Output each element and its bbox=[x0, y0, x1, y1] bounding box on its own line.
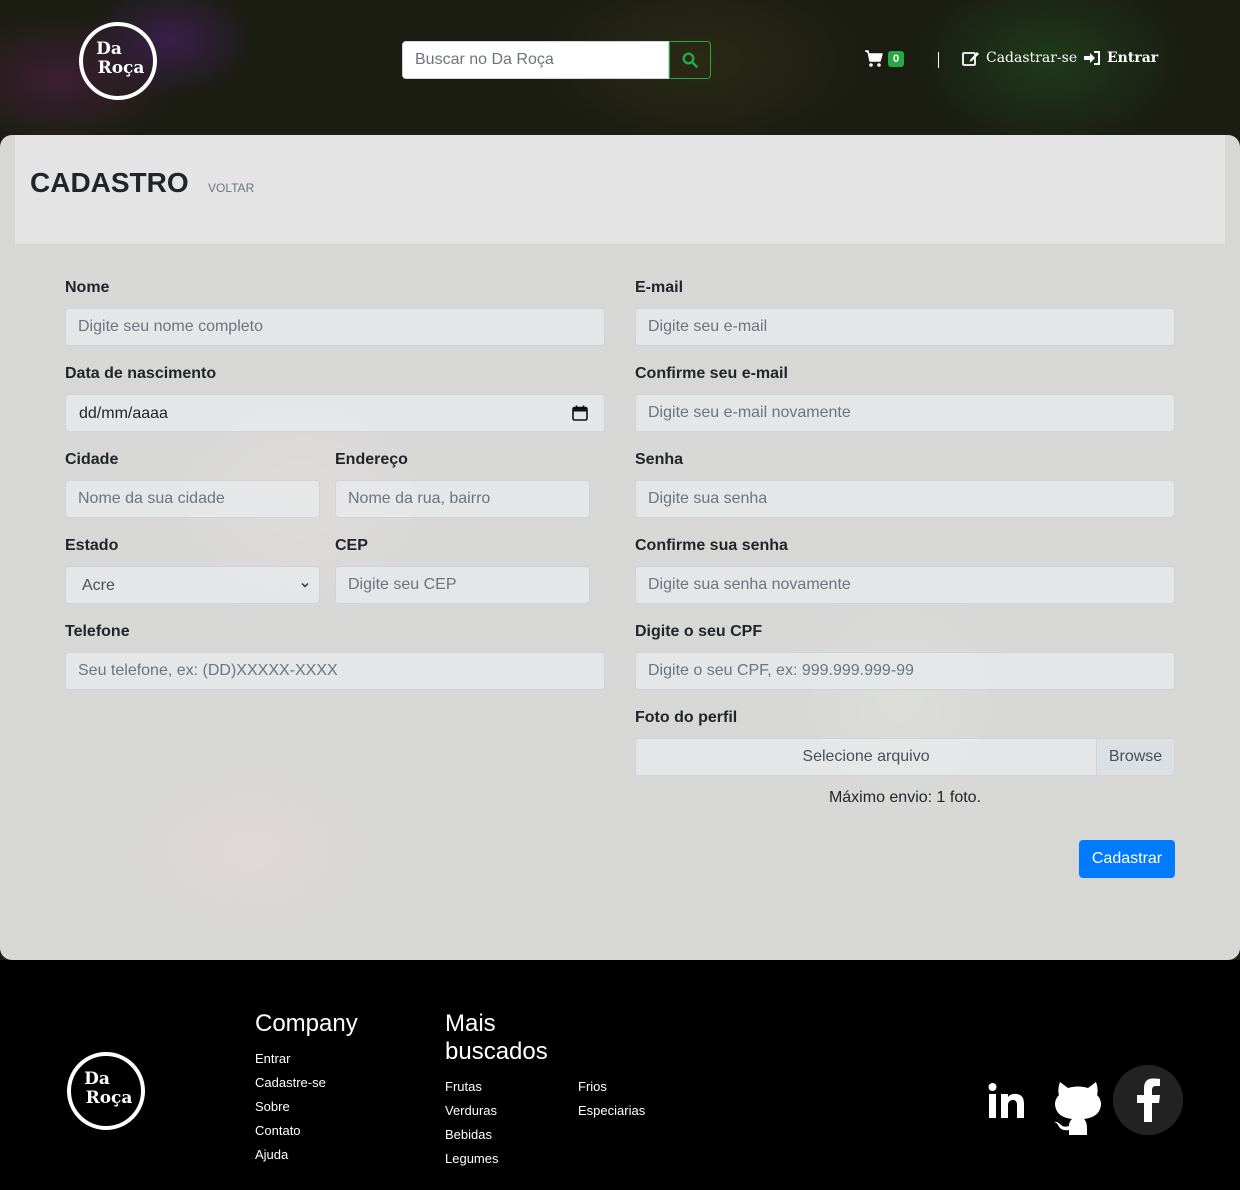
estado-selected-value: Acre bbox=[82, 577, 115, 594]
back-link[interactable]: VOLTAR bbox=[208, 181, 254, 195]
email-label: E-mail bbox=[635, 279, 684, 296]
nome-input[interactable] bbox=[65, 308, 605, 346]
email-input[interactable] bbox=[635, 308, 1175, 346]
footer-link-especiarias[interactable]: Especiarias bbox=[578, 1103, 645, 1118]
footer-link-frios[interactable]: Frios bbox=[578, 1079, 607, 1094]
footer: Da Roça Company Entrar Cadastre-se Sobre… bbox=[0, 960, 1240, 1190]
linkedin-icon bbox=[988, 1083, 1024, 1118]
company-heading: Company bbox=[255, 1010, 358, 1037]
signup-link[interactable]: Cadastrar-se bbox=[962, 50, 1077, 66]
senha-label: Senha bbox=[635, 451, 684, 468]
sign-in-icon bbox=[1084, 51, 1100, 65]
cidade-input[interactable] bbox=[65, 480, 320, 518]
cart-count-badge: 0 bbox=[888, 51, 905, 67]
footer-link-sobre[interactable]: Sobre bbox=[255, 1099, 290, 1114]
upload-hint: Máximo envio: 1 foto. bbox=[828, 789, 982, 806]
estado-select[interactable]: Acre bbox=[65, 566, 320, 604]
cpf-input[interactable] bbox=[635, 652, 1175, 690]
cart-button[interactable]: 0 bbox=[864, 50, 905, 68]
estado-label: Estado bbox=[65, 537, 119, 554]
cidade-label: Cidade bbox=[65, 451, 119, 468]
page-title: CADASTRO bbox=[30, 167, 189, 198]
login-link[interactable]: Entrar bbox=[1083, 50, 1158, 66]
telefone-label: Telefone bbox=[65, 623, 130, 640]
footer-link-contato[interactable]: Contato bbox=[255, 1123, 301, 1138]
search-button[interactable] bbox=[669, 41, 711, 79]
chevron-down-icon bbox=[301, 582, 309, 588]
nascimento-label: Data de nascimento bbox=[65, 365, 217, 382]
footer-logo[interactable]: Da Roça bbox=[67, 1052, 145, 1130]
footer-link-frutas[interactable]: Frutas bbox=[445, 1079, 482, 1094]
edit-icon bbox=[962, 52, 979, 66]
logo[interactable]: Da Roça bbox=[79, 22, 157, 100]
search-icon bbox=[682, 52, 698, 68]
cpf-label: Digite o seu CPF bbox=[635, 623, 763, 640]
submit-button[interactable]: Cadastrar bbox=[1079, 840, 1175, 878]
calendar-icon[interactable] bbox=[572, 405, 588, 421]
footer-link-legumes[interactable]: Legumes bbox=[445, 1151, 498, 1166]
cep-label: CEP bbox=[335, 537, 368, 554]
nome-label: Nome bbox=[65, 279, 110, 296]
cep-input[interactable] bbox=[335, 566, 590, 604]
github-link[interactable] bbox=[1052, 1078, 1104, 1141]
search-input[interactable] bbox=[402, 41, 669, 79]
signup-panel: CADASTRO VOLTAR Nome Data de nascimento … bbox=[0, 135, 1240, 960]
cart-icon bbox=[865, 50, 883, 67]
email-confirm-label: Confirme seu e-mail bbox=[635, 365, 788, 382]
browse-button[interactable]: Browse bbox=[1096, 739, 1174, 775]
email-confirm-input[interactable] bbox=[635, 394, 1175, 432]
header: Da Roça 0 Cadastrar-se Ent bbox=[0, 0, 1240, 120]
facebook-link[interactable] bbox=[1113, 1065, 1183, 1135]
facebook-icon bbox=[1137, 1078, 1160, 1122]
footer-link-verduras[interactable]: Verduras bbox=[445, 1103, 497, 1118]
file-label: Selecione arquivo bbox=[802, 748, 930, 765]
senha-input[interactable] bbox=[635, 480, 1175, 518]
search-bar bbox=[402, 41, 711, 79]
endereco-input[interactable] bbox=[335, 480, 590, 518]
nav-divider bbox=[938, 52, 939, 68]
facebook-circle bbox=[1113, 1065, 1183, 1135]
endereco-label: Endereço bbox=[335, 451, 408, 468]
footer-link-bebidas[interactable]: Bebidas bbox=[445, 1127, 492, 1142]
linkedin-link[interactable] bbox=[986, 1082, 1030, 1127]
footer-link-cadastre-se[interactable]: Cadastre-se bbox=[255, 1075, 326, 1090]
footer-link-ajuda[interactable]: Ajuda bbox=[255, 1147, 288, 1162]
popular-heading-line2: buscados bbox=[445, 1038, 548, 1065]
telefone-input[interactable] bbox=[65, 652, 605, 690]
photo-file-input[interactable]: Selecione arquivo Browse bbox=[635, 738, 1175, 776]
foto-label: Foto do perfil bbox=[635, 709, 738, 726]
panel-header: CADASTRO VOLTAR bbox=[15, 135, 1225, 245]
github-icon bbox=[1054, 1082, 1101, 1135]
senha-confirm-input[interactable] bbox=[635, 566, 1175, 604]
nascimento-date-input[interactable]: dd/mm/aaaa bbox=[65, 394, 605, 432]
date-value: dd/mm/aaaa bbox=[79, 405, 168, 422]
senha-confirm-label: Confirme sua senha bbox=[635, 537, 788, 554]
popular-heading-line1: Mais bbox=[445, 1010, 496, 1037]
footer-link-entrar[interactable]: Entrar bbox=[255, 1051, 290, 1066]
